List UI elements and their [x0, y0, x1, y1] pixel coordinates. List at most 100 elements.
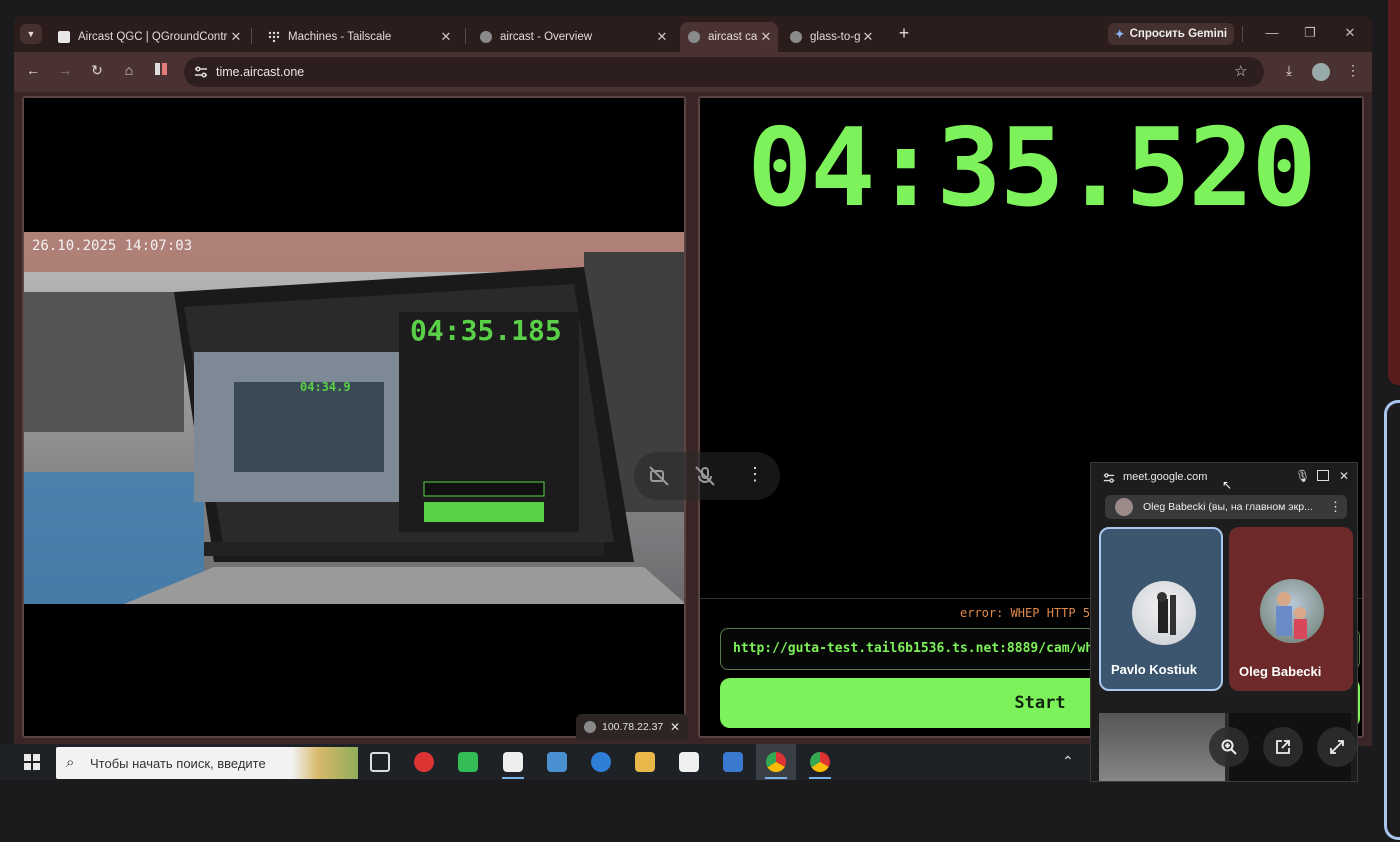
- screen-share-pill[interactable]: 100.78.22.37 ✕: [576, 714, 688, 740]
- ip-address: 100.78.22.37: [602, 721, 664, 733]
- tab-title: Aircast QGC | QGroundControl: [78, 31, 228, 43]
- reload-icon[interactable]: ↻: [86, 62, 108, 82]
- gemini-label: Спросить Gemini: [1129, 28, 1228, 40]
- url-text: time.aircast.one: [216, 65, 305, 79]
- globe-icon: [790, 31, 802, 43]
- tray-chevron-up-icon[interactable]: ⌃: [1062, 753, 1074, 770]
- tab-close-icon[interactable]: ✕: [438, 29, 454, 45]
- background-window-edge: [1388, 0, 1400, 385]
- presenter-strip[interactable]: Oleg Babecki (вы, на главном экр... ⋮: [1105, 495, 1347, 519]
- toolbar-separator: [1242, 26, 1243, 42]
- globe-icon: [688, 31, 700, 43]
- file-explorer-icon[interactable]: [635, 752, 655, 772]
- pill-close-icon[interactable]: ✕: [670, 720, 680, 734]
- site-info-icon[interactable]: [1103, 471, 1115, 489]
- reflected-timer-nested: 04:34.9: [300, 380, 351, 394]
- tab-close-icon[interactable]: ✕: [654, 29, 670, 45]
- tab-close-icon[interactable]: ✕: [758, 29, 774, 45]
- restore-icon[interactable]: ❐: [1300, 25, 1320, 41]
- search-highlight-image: [292, 747, 358, 779]
- tab-close-icon[interactable]: ✕: [860, 29, 876, 45]
- windows-taskbar: ⌕ Чтобы начать поиск, введите ⌃: [0, 744, 1092, 780]
- ms-store-icon[interactable]: [679, 752, 699, 772]
- tab-search-button[interactable]: ▼: [20, 24, 42, 44]
- qgc-favicon-icon: [58, 31, 70, 43]
- avatar: [1132, 581, 1196, 645]
- close-pip-icon[interactable]: ✕: [1339, 469, 1349, 483]
- meet-url: meet.google.com: [1123, 471, 1208, 483]
- camera-timestamp: 26.10.2025 14:07:03: [32, 238, 193, 254]
- close-window-icon[interactable]: ✕: [1340, 25, 1360, 41]
- tab-title: glass-to-g: [810, 31, 860, 43]
- camera-video[interactable]: 26.10.2025 14:07:03 04:35.185 04:34.9: [24, 232, 684, 604]
- avatar: [1260, 579, 1324, 643]
- profile-avatar[interactable]: [1312, 63, 1330, 81]
- globe-icon: [480, 31, 492, 43]
- mic-icon[interactable]: 🎙: [1295, 469, 1310, 483]
- mic-off-icon[interactable]: [694, 465, 716, 492]
- error-message: error: WHEP HTTP 50: [960, 606, 1098, 620]
- download-icon[interactable]: ⤓: [1278, 62, 1300, 82]
- active-indicator: [502, 777, 524, 779]
- chrome-profile-icon[interactable]: [810, 752, 830, 772]
- edge-browser-icon[interactable]: [591, 752, 611, 772]
- camera-off-icon[interactable]: [648, 465, 670, 492]
- more-options-icon[interactable]: ⋮: [1329, 499, 1342, 515]
- windows-start-icon[interactable]: [24, 754, 40, 775]
- background-window-frame: [1384, 400, 1400, 840]
- tab-aircast-ca[interactable]: aircast ca ✕: [680, 22, 778, 52]
- mail-icon[interactable]: [723, 752, 743, 772]
- task-view-icon[interactable]: [370, 752, 390, 772]
- participant-name: Oleg Babecki: [1239, 664, 1322, 679]
- tailscale-dots-icon: [268, 31, 280, 43]
- chrome-icon[interactable]: [766, 752, 786, 772]
- zoom-icon[interactable]: [1209, 727, 1249, 767]
- share-thumbnail: [1099, 713, 1225, 781]
- tab-title: aircast ca: [708, 31, 758, 43]
- reflected-timer: 04:35.185: [410, 314, 562, 347]
- tab-tailscale[interactable]: Machines - Tailscale ✕: [260, 22, 458, 52]
- camera-panel: 26.10.2025 14:07:03 04:35.185 04:34.9: [22, 96, 686, 738]
- browser-toolbar: ← → ↻ ⌂ time.aircast.one ☆ ⤓ ⋮: [14, 52, 1372, 92]
- app-mpx-icon[interactable]: [458, 752, 478, 772]
- tab-separator: [465, 28, 466, 44]
- more-menu-icon[interactable]: ⋮: [1342, 62, 1364, 82]
- active-indicator: [765, 777, 787, 779]
- open-in-new-icon[interactable]: [1263, 727, 1303, 767]
- tab-separator: [251, 28, 252, 44]
- back-arrow-icon[interactable]: ←: [22, 62, 44, 82]
- expand-icon[interactable]: [1317, 727, 1357, 767]
- video-overlay-controls: ⋮: [634, 452, 780, 500]
- app-remote-icon[interactable]: [547, 752, 567, 772]
- app-red-icon[interactable]: [414, 752, 434, 772]
- gemini-sparkle-icon: ✦: [1114, 29, 1125, 41]
- globe-icon: [584, 721, 596, 733]
- avatar: [1115, 498, 1133, 516]
- more-options-icon[interactable]: ⋮: [746, 464, 764, 485]
- forward-arrow-icon[interactable]: →: [54, 62, 76, 82]
- mouse-cursor-icon: ↖: [1222, 478, 1233, 492]
- reading-mode-icon[interactable]: [150, 62, 172, 82]
- address-bar[interactable]: time.aircast.one ☆: [184, 57, 1264, 87]
- home-icon[interactable]: ⌂: [118, 62, 140, 82]
- site-info-icon[interactable]: [194, 65, 208, 84]
- participant-tile-oleg[interactable]: Oleg Babecki: [1229, 527, 1353, 691]
- search-placeholder: Чтобы начать поиск, введите: [90, 756, 266, 771]
- tab-close-icon[interactable]: ✕: [228, 29, 244, 45]
- minimize-icon[interactable]: —: [1262, 25, 1282, 40]
- tab-aircast-overview[interactable]: aircast - Overview ✕: [472, 22, 674, 52]
- meet-pip-window: meet.google.com 🎙 ✕ Oleg Babecki (вы, на…: [1090, 462, 1358, 782]
- gemini-button[interactable]: ✦ Спросить Gemini: [1108, 23, 1234, 45]
- back-to-tab-icon[interactable]: [1317, 470, 1329, 481]
- tab-glass-to-g[interactable]: glass-to-g ✕: [782, 22, 880, 52]
- presenter-label: Oleg Babecki (вы, на главном экр...: [1143, 501, 1313, 513]
- tab-aircast-qgc[interactable]: Aircast QGC | QGroundControl ✕: [50, 22, 248, 52]
- new-tab-button[interactable]: +: [894, 23, 914, 44]
- participant-name: Pavlo Kostiuk: [1111, 662, 1197, 677]
- taskbar-search-box[interactable]: ⌕ Чтобы начать поиск, введите: [56, 747, 358, 779]
- tab-title: Machines - Tailscale: [288, 31, 392, 43]
- app-notes-icon[interactable]: [503, 752, 523, 772]
- participant-tile-pavlo[interactable]: Pavlo Kostiuk: [1099, 527, 1223, 691]
- bookmark-star-icon[interactable]: ☆: [1234, 62, 1247, 80]
- active-indicator: [809, 777, 831, 779]
